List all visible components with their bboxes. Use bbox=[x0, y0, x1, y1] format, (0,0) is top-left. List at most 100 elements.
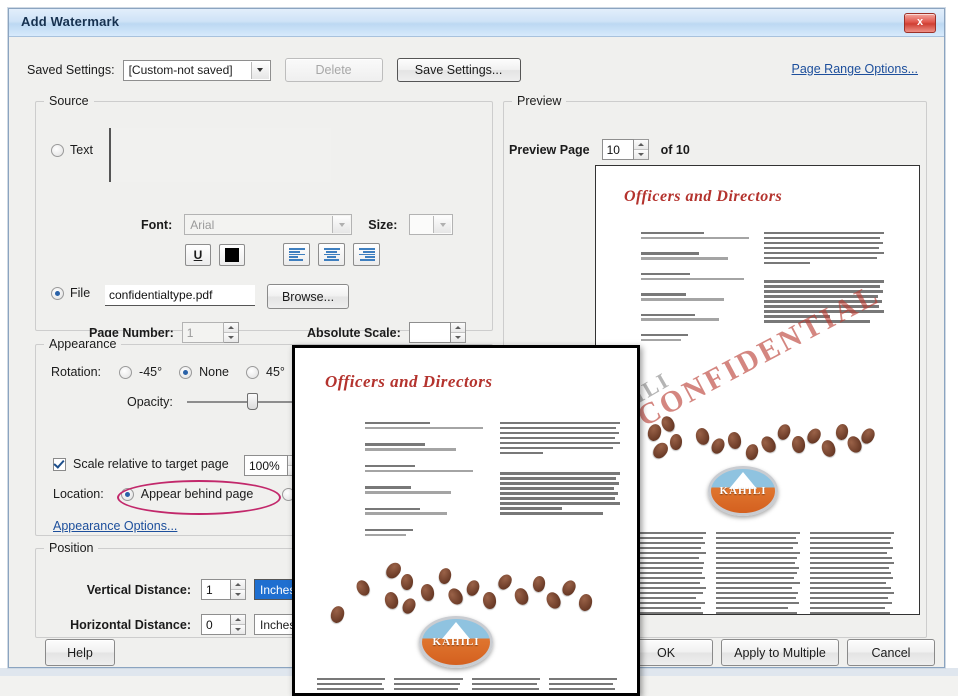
horizontal-unit-value: Inches bbox=[260, 617, 296, 632]
opacity-slider-thumb[interactable] bbox=[246, 393, 258, 410]
preview-page-stepper[interactable] bbox=[633, 139, 649, 160]
font-row: Font: Arial Size: bbox=[141, 214, 454, 235]
preview-bottom-columns bbox=[622, 532, 894, 614]
rotation-row: Rotation: -45° None 45° bbox=[51, 365, 315, 379]
overlap-person bbox=[365, 528, 485, 537]
absolute-scale-stepper[interactable] bbox=[450, 322, 466, 343]
text-source-option[interactable]: Text bbox=[51, 143, 93, 157]
text-radio[interactable] bbox=[51, 143, 64, 157]
preview-person bbox=[641, 313, 753, 321]
size-dropdown[interactable] bbox=[409, 214, 454, 235]
preview-person bbox=[641, 333, 753, 342]
overlap-preview-document[interactable]: Officers and Directors KAHILI bbox=[292, 345, 640, 696]
browse-button[interactable]: Browse... bbox=[267, 284, 349, 309]
overlap-logo-text: KAHILI bbox=[432, 636, 480, 648]
vertical-distance-row: Vertical Distance: 1 Inches bbox=[51, 579, 332, 600]
overlap-logo: KAHILI bbox=[419, 616, 493, 668]
chevron-down-icon bbox=[332, 216, 351, 233]
close-icon[interactable]: x bbox=[904, 13, 936, 33]
preview-logo: KAHILI bbox=[708, 466, 778, 516]
preview-column bbox=[810, 532, 894, 614]
scale-relative-label: Scale relative to target page bbox=[73, 457, 229, 471]
opacity-slider-track[interactable] bbox=[186, 401, 305, 403]
appearance-group-title: Appearance bbox=[44, 337, 122, 351]
rotation-radio-plus45[interactable] bbox=[246, 365, 259, 379]
opacity-row: Opacity: bbox=[127, 393, 305, 410]
font-dropdown[interactable]: Arial bbox=[184, 214, 353, 235]
preview-document[interactable]: Officers and Directors CONFIDENTIAL KAHI… bbox=[595, 165, 920, 615]
overlap-column bbox=[471, 678, 540, 693]
delete-button[interactable]: Delete bbox=[284, 58, 383, 82]
rotation-label-none: None bbox=[199, 365, 229, 379]
font-value: Arial bbox=[190, 217, 215, 232]
text-style-toolbar: U bbox=[185, 243, 380, 266]
preview-group-title: Preview bbox=[512, 94, 567, 108]
page-range-options-link[interactable]: Page Range Options... bbox=[792, 62, 918, 76]
rotation-label-minus45: -45° bbox=[139, 365, 163, 379]
rotation-radio-minus45[interactable] bbox=[119, 365, 133, 379]
file-path-input[interactable]: confidentialtype.pdf bbox=[105, 285, 255, 306]
dialog-titlebar: Add Watermark x bbox=[9, 9, 944, 37]
saved-settings-dropdown[interactable]: [Custom-not saved] bbox=[122, 59, 271, 81]
help-button[interactable]: Help bbox=[45, 639, 115, 666]
file-source-option[interactable]: File bbox=[51, 286, 90, 300]
location-radio-behind[interactable] bbox=[120, 487, 134, 501]
horizontal-distance-input[interactable]: 0 bbox=[201, 614, 231, 635]
saved-settings-row: Saved Settings: [Custom-not saved] Delet… bbox=[27, 58, 521, 82]
location-label: Location: bbox=[53, 487, 104, 501]
preview-page-label: Preview Page bbox=[509, 142, 590, 157]
save-settings-button[interactable]: Save Settings... bbox=[396, 58, 521, 82]
underline-icon: U bbox=[193, 247, 203, 262]
vertical-distance-stepper[interactable] bbox=[231, 579, 246, 600]
preview-paragraph bbox=[764, 232, 884, 265]
overlap-column bbox=[548, 678, 617, 693]
underline-button[interactable]: U bbox=[185, 243, 211, 266]
overlap-paragraph bbox=[500, 422, 620, 455]
file-radio[interactable] bbox=[51, 286, 64, 300]
overlap-paragraph bbox=[500, 472, 620, 515]
align-left-button[interactable] bbox=[283, 243, 310, 266]
preview-person bbox=[641, 293, 753, 301]
absolute-scale-label: Absolute Scale: bbox=[307, 325, 401, 340]
overlap-column bbox=[317, 678, 386, 693]
rotation-label: Rotation: bbox=[51, 365, 102, 379]
horizontal-distance-label: Horizontal Distance: bbox=[70, 617, 191, 632]
rotation-label-plus45: 45° bbox=[266, 365, 285, 379]
horizontal-distance-stepper[interactable] bbox=[231, 614, 246, 635]
scale-relative-row[interactable]: Scale relative to target page bbox=[53, 457, 229, 471]
align-center-button[interactable] bbox=[318, 243, 345, 266]
font-label: Font: bbox=[141, 217, 173, 232]
preview-page-input[interactable]: 10 bbox=[601, 139, 634, 160]
color-swatch-icon bbox=[225, 247, 239, 262]
rotation-radio-none[interactable] bbox=[179, 365, 193, 379]
overlap-person bbox=[365, 486, 485, 494]
vertical-distance-input[interactable]: 1 bbox=[201, 579, 231, 600]
overlap-person bbox=[365, 507, 485, 515]
apply-to-multiple-button[interactable]: Apply to Multiple bbox=[721, 639, 839, 666]
page-number-stepper[interactable] bbox=[223, 322, 239, 343]
vertical-distance-label: Vertical Distance: bbox=[86, 582, 191, 597]
overlap-bottom-columns bbox=[317, 678, 617, 693]
align-right-icon bbox=[358, 248, 375, 261]
text-color-button[interactable] bbox=[219, 243, 245, 266]
preview-person bbox=[641, 252, 753, 260]
align-left-icon bbox=[288, 248, 305, 261]
position-group-title: Position bbox=[44, 541, 99, 555]
cancel-button[interactable]: Cancel bbox=[847, 639, 935, 666]
overlap-person bbox=[365, 422, 485, 430]
preview-page-row: Preview Page 10 of 10 bbox=[509, 139, 690, 160]
preview-logo-text: KAHILI bbox=[719, 485, 767, 497]
align-center-icon bbox=[323, 248, 340, 261]
absolute-scale-input[interactable] bbox=[408, 322, 451, 343]
chevron-down-icon bbox=[250, 61, 269, 79]
scale-value-input[interactable]: 100% bbox=[244, 455, 288, 476]
horizontal-distance-row: Horizontal Distance: 0 Inches bbox=[51, 614, 332, 635]
watermark-text-input[interactable] bbox=[109, 128, 331, 182]
location-row: Location: Appear behind page Ap bbox=[53, 487, 318, 501]
size-label: Size: bbox=[368, 217, 398, 232]
preview-person bbox=[641, 272, 753, 281]
appearance-options-link[interactable]: Appearance Options... bbox=[53, 519, 177, 533]
scale-relative-checkbox[interactable] bbox=[53, 457, 66, 471]
align-right-button[interactable] bbox=[353, 243, 380, 266]
page-number-input[interactable]: 1 bbox=[181, 322, 224, 343]
